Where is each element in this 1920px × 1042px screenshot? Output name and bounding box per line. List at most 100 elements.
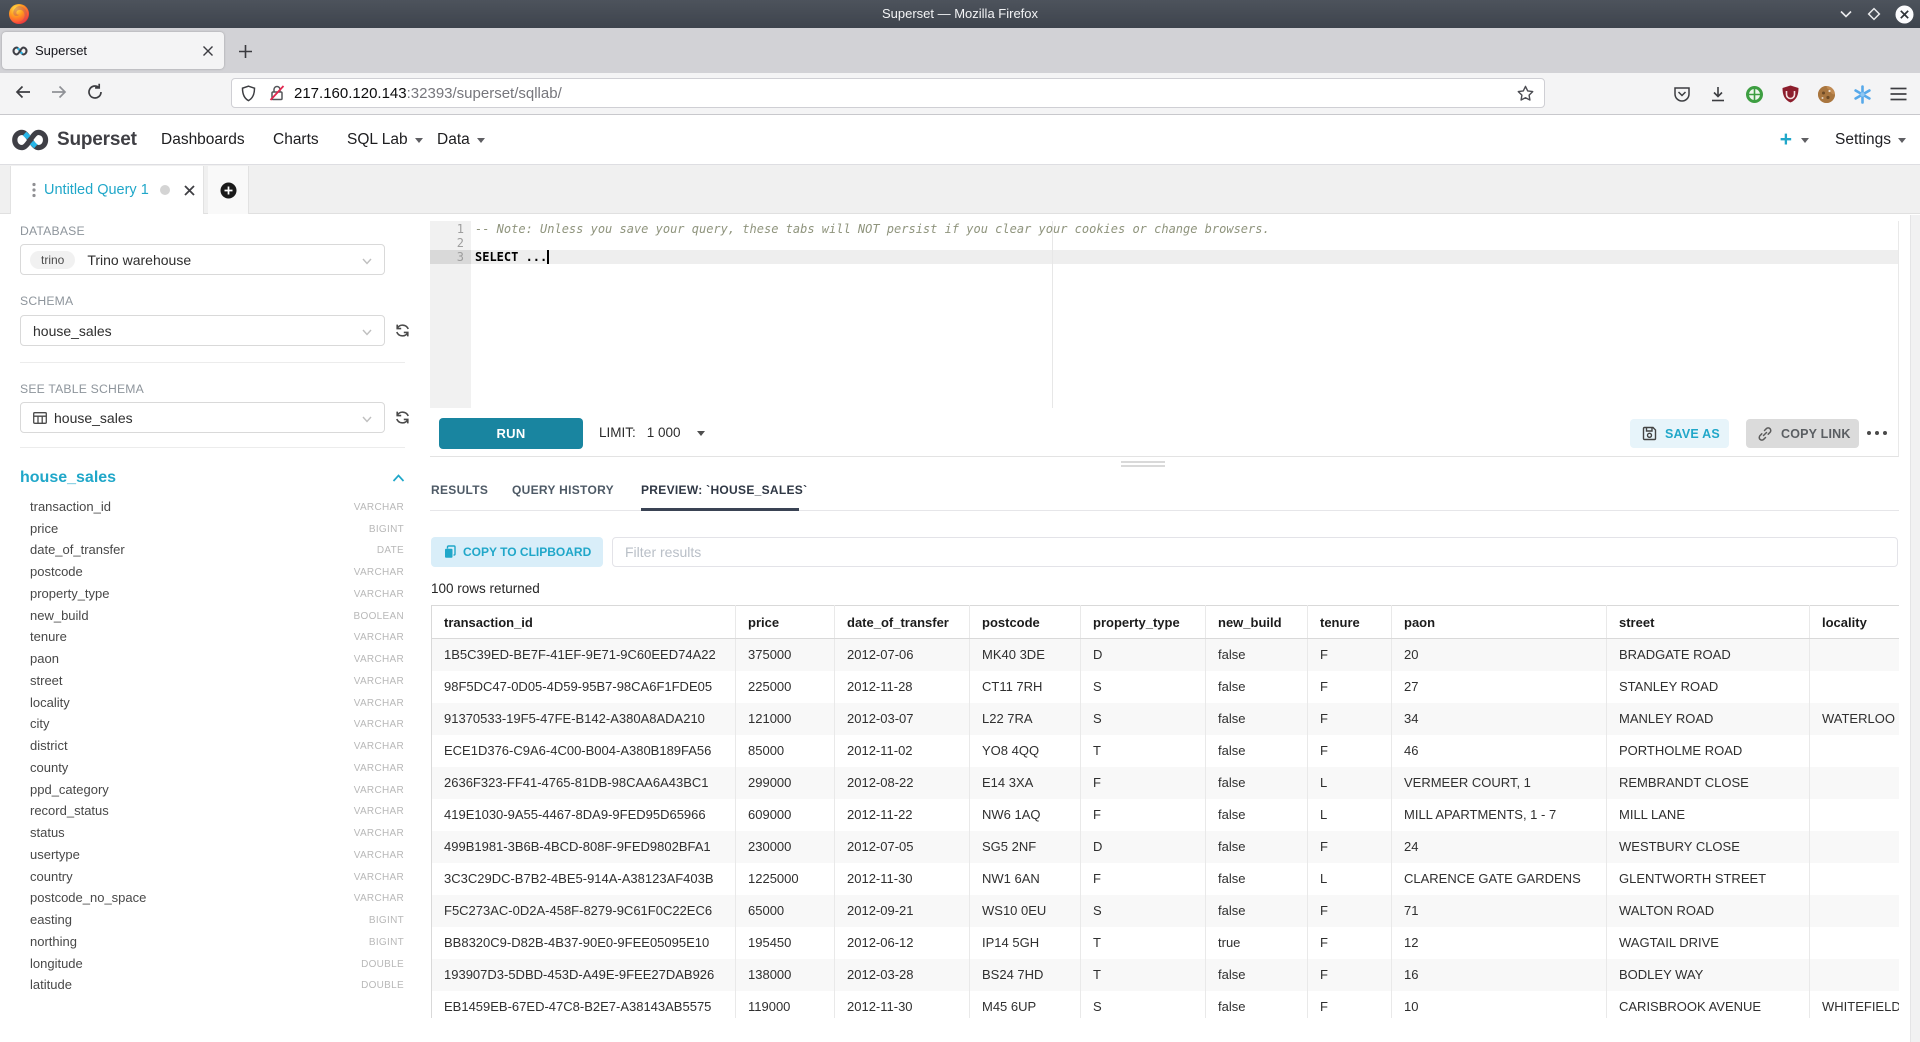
new-item-plus-button[interactable]: + [1780,130,1792,150]
table-row[interactable]: 1B5C39ED-BE7F-41EF-9E71-9C60EED74A223750… [432,639,1900,671]
table-refresh-icon[interactable] [394,409,411,426]
table-cell: CARISBROOK AVENUE [1607,991,1810,1019]
schema-refresh-icon[interactable] [394,322,411,339]
schema-column-row[interactable]: tenureVARCHAR [0,626,430,648]
copy-to-clipboard-button[interactable]: COPY TO CLIPBOARD [431,537,603,567]
table-section-title[interactable]: house_sales [20,469,116,487]
schema-column-row[interactable]: paonVARCHAR [0,648,430,670]
table-row[interactable]: BB8320C9-D82B-4B37-90E0-9FEE05095E101954… [432,927,1900,959]
schema-column-row[interactable]: date_of_transferDATE [0,539,430,561]
tab-results[interactable]: RESULTS [431,470,488,510]
nav-sql-lab[interactable]: SQL Lab [347,115,423,164]
tab-query-history[interactable]: QUERY HISTORY [512,470,614,510]
url-text[interactable]: 217.160.120.143:32393/superset/sqllab/ [294,85,562,102]
table-header-transaction_id[interactable]: transaction_id [432,606,736,639]
window-maximize-icon[interactable] [1867,7,1881,21]
schema-column-row[interactable]: eastingBIGINT [0,909,430,931]
save-as-button[interactable]: SAVE AS [1630,419,1729,448]
pocket-icon[interactable] [1671,83,1693,105]
nav-dashboards[interactable]: Dashboards [161,115,245,164]
browser-tab-superset[interactable]: Superset [2,32,224,69]
run-button[interactable]: RUN [439,418,583,449]
tab-preview[interactable]: PREVIEW: `HOUSE_SALES` [641,470,807,510]
pane-drag-handle[interactable] [1121,461,1165,469]
table-schema-select[interactable]: house_sales [20,402,385,433]
table-cell: S [1081,991,1206,1019]
schema-column-row[interactable]: northingBIGINT [0,931,430,953]
bookmark-star-icon[interactable] [1517,85,1534,102]
table-header-price[interactable]: price [736,606,835,639]
schema-column-row[interactable]: postcode_no_spaceVARCHAR [0,887,430,909]
schema-column-row[interactable]: new_buildBOOLEAN [0,605,430,627]
table-header-date_of_transfer[interactable]: date_of_transfer [835,606,970,639]
table-row[interactable]: 193907D3-5DBD-453D-A49E-9FEE27DAB9261380… [432,959,1900,991]
nav-settings[interactable]: Settings [1835,131,1891,149]
query-tab-add-icon[interactable] [208,166,249,214]
schema-column-row[interactable]: longitudeDOUBLE [0,953,430,975]
reload-icon[interactable] [79,76,111,108]
schema-column-row[interactable]: priceBIGINT [0,518,430,540]
table-row[interactable]: 91370533-19F5-47FE-B142-A380A8ADA2101210… [432,703,1900,735]
browser-newtab-icon[interactable] [230,37,260,65]
limit-value[interactable]: 1 000 [647,425,681,440]
schema-column-row[interactable]: postcodeVARCHAR [0,561,430,583]
table-header-tenure[interactable]: tenure [1308,606,1392,639]
schema-select[interactable]: house_sales [20,315,385,346]
url-bar[interactable]: 217.160.120.143:32393/superset/sqllab/ [231,78,1545,108]
schema-column-row[interactable]: cityVARCHAR [0,713,430,735]
table-row[interactable]: 419E1030-9A55-4467-8DA9-9FED95D659666090… [432,799,1900,831]
table-header-property_type[interactable]: property_type [1081,606,1206,639]
schema-column-row[interactable]: districtVARCHAR [0,735,430,757]
back-icon[interactable] [7,76,39,108]
extension-asterisk-icon[interactable] [1851,83,1873,105]
schema-column-row[interactable]: statusVARCHAR [0,822,430,844]
query-tab-active[interactable]: Untitled Query 1 [10,166,204,214]
nav-charts[interactable]: Charts [273,115,319,164]
table-header-new_build[interactable]: new_build [1206,606,1308,639]
window-minimize-icon[interactable] [1839,7,1853,21]
schema-column-row[interactable]: localityVARCHAR [0,692,430,714]
more-options-icon[interactable] [1867,408,1887,457]
query-tab-close-icon[interactable] [184,185,195,196]
table-header-postcode[interactable]: postcode [970,606,1081,639]
table-header-locality[interactable]: locality [1810,606,1900,639]
window-close-icon[interactable] [1895,5,1914,24]
drag-dots-icon[interactable] [32,182,36,198]
nav-data[interactable]: Data [437,115,485,164]
forward-icon[interactable] [43,76,75,108]
downloads-icon[interactable] [1707,83,1729,105]
database-select[interactable]: trino Trino warehouse [20,244,385,275]
sql-editor[interactable]: 1 2 3 -- Note: Unless you save your quer… [430,221,1899,408]
shield-icon[interactable] [240,85,257,102]
extension-green-icon[interactable] [1743,83,1765,105]
table-row[interactable]: 499B1981-3B6B-4BCD-808F-9FED9802BFA12300… [432,831,1900,863]
ublock-shield-icon[interactable] [1779,83,1801,105]
copy-link-button[interactable]: COPY LINK [1746,419,1859,448]
schema-column-row[interactable]: usertypeVARCHAR [0,844,430,866]
table-row[interactable]: 3C3C29DC-B7B2-4BE5-914A-A38123AF403B1225… [432,863,1900,895]
schema-column-row[interactable]: latitudeDOUBLE [0,974,430,996]
schema-column-row[interactable]: property_typeVARCHAR [0,583,430,605]
table-row[interactable]: F5C273AC-0D2A-458F-8279-9C61F0C22EC66500… [432,895,1900,927]
cookie-icon[interactable] [1815,83,1837,105]
menu-hamburger-icon[interactable] [1887,83,1909,105]
superset-logo[interactable]: Superset [11,126,137,154]
caret-down-icon[interactable] [697,431,705,436]
schema-column-row[interactable]: countyVARCHAR [0,757,430,779]
table-row[interactable]: ECE1D376-C9A6-4C00-B004-A380B189FA568500… [432,735,1900,767]
filter-results-input[interactable] [612,537,1898,567]
schema-column-row[interactable]: streetVARCHAR [0,670,430,692]
table-header-street[interactable]: street [1607,606,1810,639]
schema-column-row[interactable]: ppd_categoryVARCHAR [0,779,430,801]
schema-column-row[interactable]: transaction_idVARCHAR [0,496,430,518]
lock-insecure-icon[interactable] [268,84,286,102]
table-header-paon[interactable]: paon [1392,606,1607,639]
browser-tab-close-icon[interactable] [196,39,220,63]
schema-column-row[interactable]: record_statusVARCHAR [0,800,430,822]
chevron-up-icon[interactable] [392,473,405,484]
table-row[interactable]: EB1459EB-67ED-47C8-B2E7-A38143AB55751190… [432,991,1900,1019]
table-row[interactable]: 98F5DC47-0D05-4D59-95B7-98CA6F1FDE052250… [432,671,1900,703]
schema-column-row[interactable]: countryVARCHAR [0,866,430,888]
page-scrollbar[interactable] [1910,215,1920,1042]
table-row[interactable]: 2636F323-FF41-4765-81DB-98CAA6A43BC12990… [432,767,1900,799]
